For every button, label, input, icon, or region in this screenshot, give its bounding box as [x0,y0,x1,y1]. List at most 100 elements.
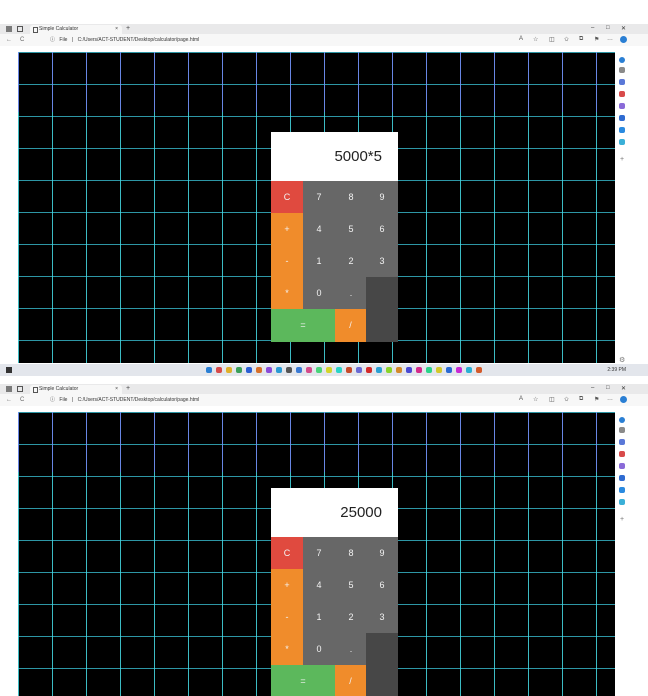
digit-0-button[interactable]: 0 [303,277,335,309]
taskbar-app-icon[interactable] [386,367,392,373]
favorite-star-icon[interactable]: ☆ [533,36,538,43]
system-tray-clock[interactable]: 2:39 PM [607,367,626,373]
outlook-icon[interactable] [619,487,625,493]
digit-1-button[interactable]: 1 [303,245,335,277]
digit-7-button[interactable]: 7 [303,181,335,213]
favorites-icon[interactable]: ✩ [564,36,569,43]
digit-8-button[interactable]: 8 [335,181,367,213]
tab-close-button[interactable]: × [115,26,118,32]
add-button[interactable]: + [271,569,303,601]
split-screen-icon[interactable]: ◫ [549,396,555,403]
taskbar-app-icon[interactable] [216,367,222,373]
taskbar-app-icon[interactable] [256,367,262,373]
office-icon[interactable] [619,115,625,121]
url-field[interactable]: ⓘ File | C:/Users/ACT-STUDENT/Desktop/ca… [50,36,202,44]
add-button[interactable]: + [271,213,303,245]
clear-button[interactable]: C [271,181,303,213]
divide-button[interactable]: / [335,665,366,696]
minimize-button[interactable]: – [591,25,594,31]
clear-button[interactable]: C [271,537,303,569]
split-screen-icon[interactable]: ◫ [549,36,555,43]
taskbar-app-icon[interactable] [316,367,322,373]
taskbar-app-icon[interactable] [476,367,482,373]
digit-6-button[interactable]: 6 [366,569,398,601]
add-sidebar-icon[interactable]: + [620,516,624,523]
decimal-button[interactable]: . [335,277,367,309]
tab-close-button[interactable]: × [115,386,118,392]
workspaces-icon[interactable] [17,26,23,32]
outlook-icon[interactable] [619,127,625,133]
refresh-icon[interactable]: C [20,37,24,43]
taskbar-app-icon[interactable] [376,367,382,373]
divide-button[interactable]: / [335,309,366,342]
taskbar-app-icon[interactable] [456,367,462,373]
more-menu-icon[interactable]: … [607,36,613,42]
taskbar-app-icon[interactable] [236,367,242,373]
close-window-button[interactable]: ✕ [621,385,626,392]
more-menu-icon[interactable]: … [607,396,613,402]
settings-gear-icon[interactable]: ⚙ [619,356,625,364]
close-window-button[interactable]: ✕ [621,25,626,32]
digit-4-button[interactable]: 4 [303,569,335,601]
favorite-star-icon[interactable]: ☆ [533,396,538,403]
taskbar-app-icon[interactable] [286,367,292,373]
taskbar-app-icon[interactable] [276,367,282,373]
tools-icon[interactable] [619,91,625,97]
tools-icon[interactable] [619,451,625,457]
digit-4-button[interactable]: 4 [303,213,335,245]
workspaces-icon[interactable] [17,386,23,392]
taskbar-app-icon[interactable] [356,367,362,373]
taskbar-app-icon[interactable] [306,367,312,373]
collections-icon[interactable]: ⧉ [579,36,583,43]
taskbar-app-icon[interactable] [426,367,432,373]
browser-tab[interactable]: Simple Calculator × [30,385,122,394]
digit-3-button[interactable]: 3 [366,245,398,277]
taskbar-app-icon[interactable] [406,367,412,373]
collections-icon[interactable]: ⧉ [579,396,583,403]
digit-9-button[interactable]: 9 [366,537,398,569]
taskbar-app-icon[interactable] [346,367,352,373]
taskbar-app-icon[interactable] [226,367,232,373]
minimize-button[interactable]: – [591,385,594,391]
add-sidebar-icon[interactable]: + [620,156,624,163]
digit-3-button[interactable]: 3 [366,601,398,633]
shopping-icon[interactable] [619,439,625,445]
taskbar-app-icon[interactable] [206,367,212,373]
digit-6-button[interactable]: 6 [366,213,398,245]
read-aloud-icon[interactable]: A [519,36,523,42]
taskbar-app-icon[interactable] [436,367,442,373]
maximize-button[interactable]: □ [606,385,610,391]
subtract-button[interactable]: - [271,601,303,633]
digit-8-button[interactable]: 8 [335,537,367,569]
digit-9-button[interactable]: 9 [366,181,398,213]
refresh-icon[interactable]: C [20,397,24,403]
taskbar-app-icon[interactable] [326,367,332,373]
profile-icon[interactable] [6,26,12,32]
taskbar-app-icon[interactable] [416,367,422,373]
office-icon[interactable] [619,475,625,481]
games-icon[interactable] [619,103,625,109]
browser-tab[interactable]: Simple Calculator × [30,25,122,34]
back-icon[interactable]: ← [6,37,12,43]
taskbar-app-icon[interactable] [246,367,252,373]
digit-1-button[interactable]: 1 [303,601,335,633]
decimal-button[interactable]: . [335,633,367,665]
games-icon[interactable] [619,463,625,469]
equals-button[interactable]: = [271,309,335,342]
digit-7-button[interactable]: 7 [303,537,335,569]
extensions-icon[interactable]: ⚑ [594,396,599,403]
search-icon[interactable] [619,67,625,73]
digit-5-button[interactable]: 5 [335,213,367,245]
taskbar-app-icon[interactable] [266,367,272,373]
digit-5-button[interactable]: 5 [335,569,367,601]
taskbar-app-icon[interactable] [396,367,402,373]
new-tab-button[interactable]: + [126,25,130,32]
taskbar-app-icon[interactable] [446,367,452,373]
copilot-sidebar-icon[interactable] [619,57,625,63]
digit-0-button[interactable]: 0 [303,633,335,665]
new-tab-button[interactable]: + [126,385,130,392]
drop-icon[interactable] [619,139,625,145]
digit-2-button[interactable]: 2 [335,245,367,277]
drop-icon[interactable] [619,499,625,505]
multiply-button[interactable]: * [271,277,303,309]
